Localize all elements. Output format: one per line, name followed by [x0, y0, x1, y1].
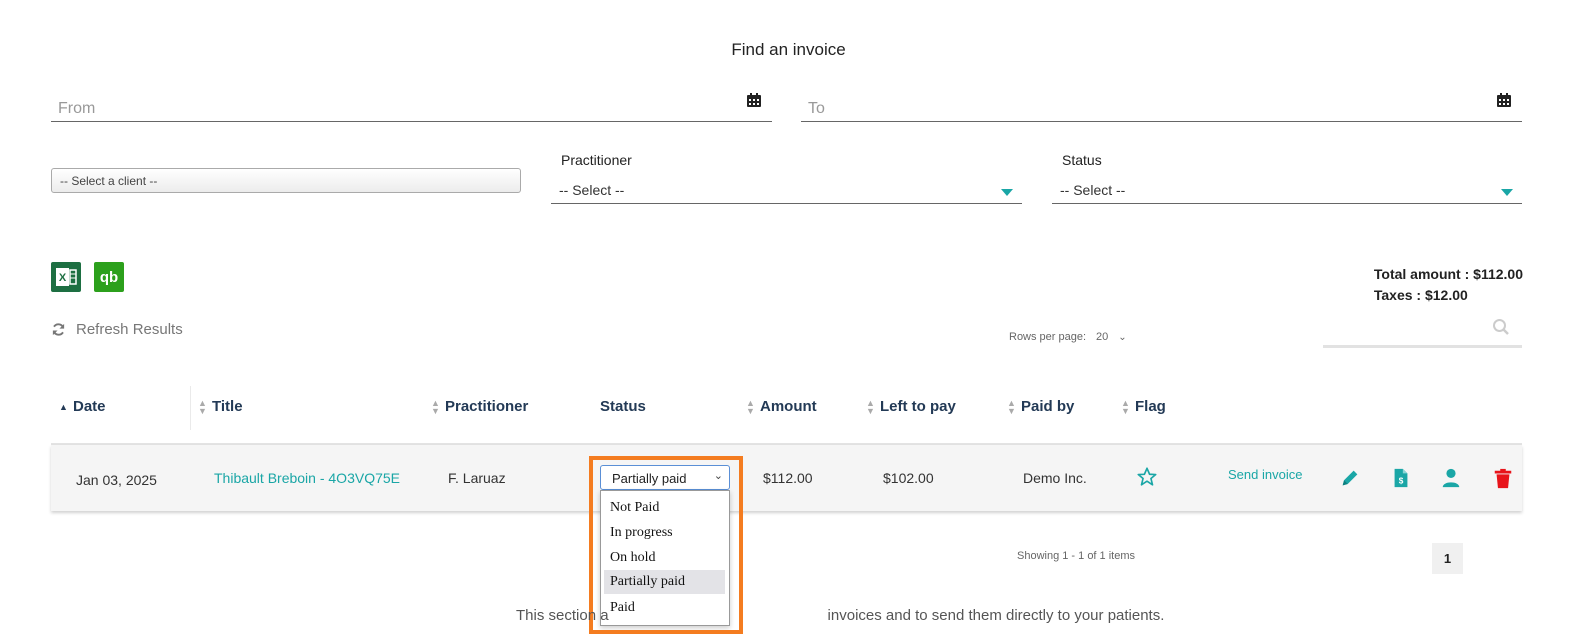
- column-header-flag[interactable]: ▲ ▼ Flag: [1121, 398, 1166, 415]
- column-label: Left to pay: [880, 398, 956, 415]
- client-select[interactable]: -- Select a client --: [51, 168, 521, 193]
- footer-text: This section a invoices and to send them …: [516, 607, 1164, 624]
- excel-export-button[interactable]: X: [51, 262, 81, 292]
- status-label: Status: [1062, 152, 1102, 168]
- column-label: Flag: [1135, 398, 1166, 415]
- svg-text:X: X: [59, 272, 67, 284]
- practitioner-label: Practitioner: [561, 152, 632, 168]
- sort-icon: ▲ ▼: [1007, 397, 1016, 416]
- calendar-icon[interactable]: [746, 92, 762, 108]
- column-label: Status: [600, 398, 646, 415]
- svg-text:$: $: [1399, 477, 1404, 486]
- sort-icon: ▲ ▼: [198, 397, 207, 416]
- refresh-results-button[interactable]: Refresh Results: [51, 321, 183, 338]
- column-header-title[interactable]: ▲ ▼ Title: [198, 398, 243, 415]
- sort-icon: ▲ ▼: [431, 397, 440, 416]
- column-divider: [190, 386, 191, 430]
- row-paid-by: Demo Inc.: [1023, 470, 1087, 486]
- column-label: Title: [212, 398, 243, 415]
- row-title-link[interactable]: Thibault Breboin - 4O3VQ75E: [214, 470, 400, 486]
- column-header-amount[interactable]: ▲ ▼ Amount: [746, 398, 817, 415]
- column-label: Practitioner: [445, 398, 529, 415]
- trash-icon[interactable]: [1492, 468, 1514, 490]
- totals: Total amount : $112.00 Taxes : $12.00: [1374, 264, 1523, 306]
- page-title: Find an invoice: [731, 40, 846, 59]
- page-button[interactable]: 1: [1432, 543, 1463, 574]
- footer-text-left: This section a: [516, 607, 609, 624]
- sort-icon: ▲ ▼: [1121, 397, 1130, 416]
- refresh-icon: [52, 323, 65, 336]
- to-date-field[interactable]: To: [801, 88, 1522, 122]
- row-left-to-pay: $102.00: [883, 470, 934, 486]
- taxes-amount: Taxes : $12.00: [1373, 287, 1468, 303]
- sort-icon: ▲ ▼: [746, 397, 755, 416]
- footer-text-right: invoices and to send them directly to yo…: [827, 607, 1165, 624]
- practitioner-select[interactable]: -- Select --: [551, 172, 1022, 204]
- row-amount: $112.00: [763, 470, 813, 486]
- quickbooks-icon[interactable]: qb: [94, 262, 124, 292]
- refresh-label: Refresh Results: [76, 321, 183, 338]
- chevron-down-icon: ⌄: [1118, 331, 1127, 343]
- practitioner-value: -- Select --: [559, 182, 625, 198]
- row-date: Jan 03, 2025: [76, 472, 157, 488]
- from-date-field[interactable]: From: [51, 88, 772, 122]
- column-header-left-to-pay[interactable]: ▲ ▼ Left to pay: [866, 398, 956, 415]
- status-filter-select[interactable]: -- Select --: [1052, 172, 1522, 204]
- column-label: Paid by: [1021, 398, 1075, 415]
- rows-per-page-label: Rows per page:: [1009, 331, 1087, 343]
- column-header-status: Status: [600, 398, 646, 415]
- search-icon[interactable]: [1492, 318, 1510, 336]
- pencil-icon[interactable]: [1339, 467, 1361, 489]
- status-filter-value: -- Select --: [1060, 182, 1126, 198]
- star-icon[interactable]: [1136, 466, 1158, 488]
- sort-icon: ▲ ▼: [866, 397, 875, 416]
- chevron-down-icon: [1001, 189, 1013, 196]
- row-practitioner: F. Laruaz: [448, 470, 506, 486]
- calendar-icon[interactable]: [1496, 92, 1512, 108]
- column-header-date[interactable]: ▲ Date: [59, 398, 106, 415]
- search-input[interactable]: [1323, 314, 1522, 348]
- sort-asc-icon: ▲: [59, 401, 68, 412]
- pagination-summary: Showing 1 - 1 of 1 items: [1017, 550, 1136, 562]
- invoice-icon[interactable]: $: [1390, 467, 1412, 489]
- total-amount: Total amount : $112.00: [1373, 266, 1523, 282]
- rows-per-page[interactable]: Rows per page: 20 ⌄: [1009, 331, 1127, 343]
- send-invoice-link[interactable]: Send invoice: [1228, 467, 1302, 482]
- column-header-paid-by[interactable]: ▲ ▼ Paid by: [1007, 398, 1074, 415]
- column-label: Amount: [760, 398, 817, 415]
- user-icon[interactable]: [1440, 467, 1462, 489]
- chevron-down-icon: [1501, 189, 1513, 196]
- excel-icon: X: [56, 268, 77, 286]
- column-header-practitioner[interactable]: ▲ ▼ Practitioner: [431, 398, 528, 415]
- from-placeholder: From: [58, 100, 96, 117]
- column-label: Date: [73, 398, 106, 415]
- rows-per-page-value: 20: [1096, 331, 1109, 343]
- to-placeholder: To: [808, 100, 825, 117]
